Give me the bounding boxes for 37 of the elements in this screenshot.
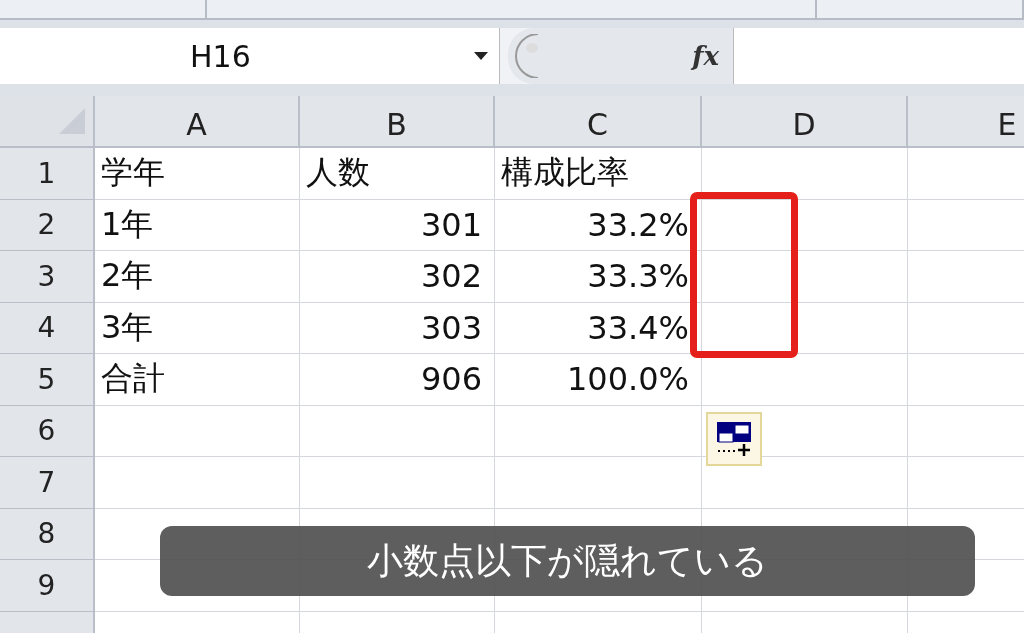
paste-options-icon	[715, 419, 753, 458]
formula-input[interactable]	[733, 28, 1024, 84]
column-header[interactable]: B	[300, 96, 495, 148]
column-header[interactable]: A	[95, 96, 300, 148]
table-cell: 構成比率	[495, 148, 702, 200]
row-header[interactable]: 6	[0, 405, 95, 457]
row-header[interactable]: 4	[0, 302, 95, 354]
table-cell: 人数	[300, 148, 495, 200]
column-header[interactable]: D	[702, 96, 908, 148]
table-cell: 301	[300, 199, 495, 251]
row-header[interactable]: 2	[0, 199, 95, 251]
select-all-corner[interactable]	[0, 96, 95, 148]
table-cell: 303	[300, 302, 495, 354]
row-header[interactable]: 8	[0, 508, 95, 560]
row-header[interactable]: 1	[0, 148, 95, 200]
column-header[interactable]: C	[495, 96, 702, 148]
row-header[interactable]: 7	[0, 457, 95, 509]
table-cell: 1年	[95, 199, 300, 251]
table-cell: 302	[300, 251, 495, 303]
table-cell: 33.3%	[495, 251, 702, 303]
name-box[interactable]: H16	[0, 28, 500, 84]
table-cell: 学年	[95, 148, 300, 200]
table-cell: 合計	[95, 354, 300, 406]
row-header[interactable]: 3	[0, 251, 95, 303]
table-cell: 33.2%	[495, 199, 702, 251]
column-header[interactable]: E	[908, 96, 1024, 148]
dropdown-icon[interactable]	[474, 52, 488, 60]
row-header[interactable]: 5	[0, 354, 95, 406]
table-cell: 33.4%	[495, 302, 702, 354]
insert-function-button[interactable]: fx	[692, 41, 719, 71]
paste-options-button[interactable]	[706, 411, 762, 466]
row-header[interactable]: 9	[0, 560, 95, 612]
table-cell: 3年	[95, 302, 300, 354]
table-cell: 906	[300, 354, 495, 406]
table-cell: 100.0%	[495, 354, 702, 406]
table-cell: 2年	[95, 251, 300, 303]
caption-banner: 小数点以下が隠れている	[160, 526, 975, 596]
